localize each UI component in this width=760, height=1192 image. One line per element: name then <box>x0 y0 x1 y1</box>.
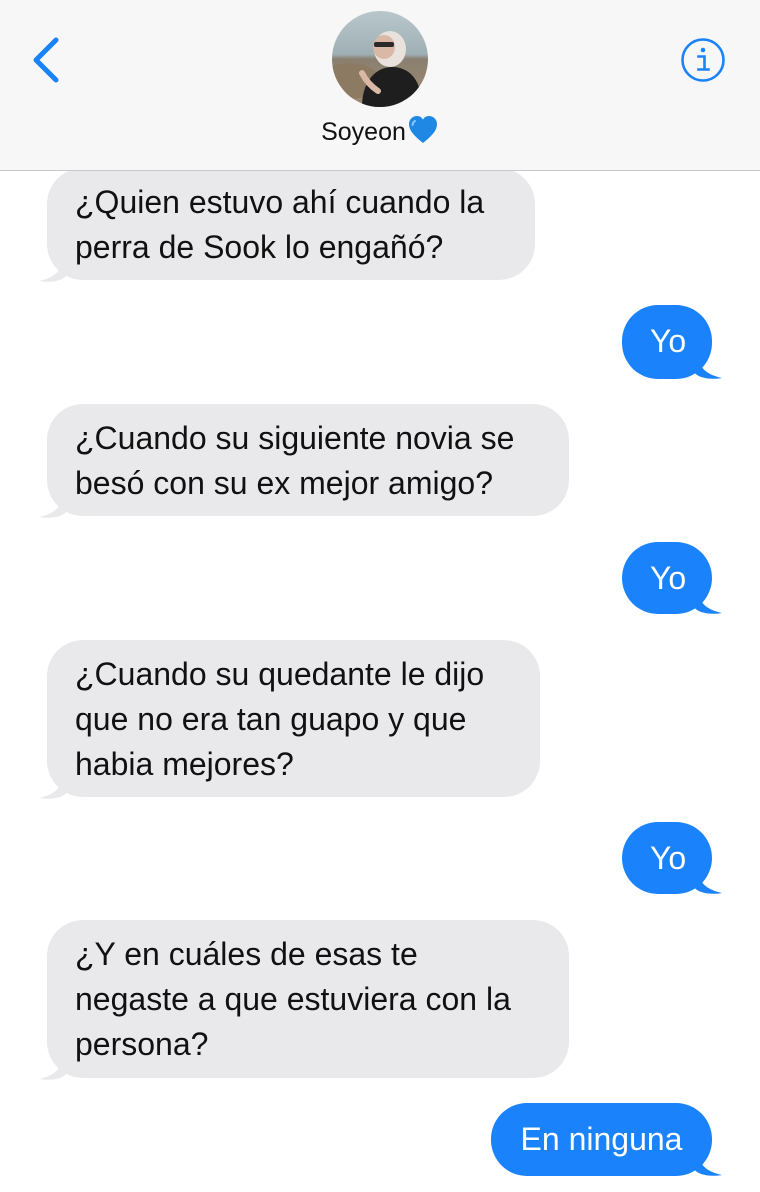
back-button[interactable] <box>28 36 68 84</box>
avatar-photo <box>332 11 428 107</box>
status-bar <box>0 0 760 10</box>
contact-name[interactable]: Soyeon <box>0 114 760 147</box>
incoming-message-bubble[interactable]: ¿Quien estuvo ahí cuando la perra de Soo… <box>47 168 535 280</box>
conversation-header: Soyeon <box>0 0 760 171</box>
incoming-message-bubble[interactable]: ¿Y en cuáles de esas te negaste a que es… <box>47 920 569 1078</box>
chevron-left-icon <box>33 37 59 83</box>
bubble-tail <box>694 867 722 894</box>
outgoing-message-bubble[interactable]: En ninguna <box>491 1103 712 1176</box>
blue-heart-icon <box>408 116 437 143</box>
bubble-tail <box>694 352 722 379</box>
incoming-message-bubble[interactable]: ¿Cuando su siguiente novia se besó con s… <box>47 404 569 516</box>
info-button[interactable] <box>680 37 726 83</box>
message-thread[interactable]: ¿Quien estuvo ahí cuando la perra de Soo… <box>0 168 760 1192</box>
info-circle-icon <box>681 38 725 82</box>
bubble-tail <box>39 772 67 799</box>
bubble-tail <box>39 491 67 518</box>
bubble-tail <box>39 1053 67 1080</box>
incoming-message-bubble[interactable]: ¿Cuando su quedante le dijo que no era t… <box>47 640 540 797</box>
contact-name-text: Soyeon <box>321 118 406 146</box>
imessage-conversation-screen: Soyeon ¿Quien estuvo ahí cuando la perra… <box>0 0 760 1192</box>
bubble-tail <box>694 1149 722 1176</box>
contact-avatar[interactable] <box>332 11 428 107</box>
bubble-tail <box>39 255 67 282</box>
bubble-tail <box>694 587 722 614</box>
